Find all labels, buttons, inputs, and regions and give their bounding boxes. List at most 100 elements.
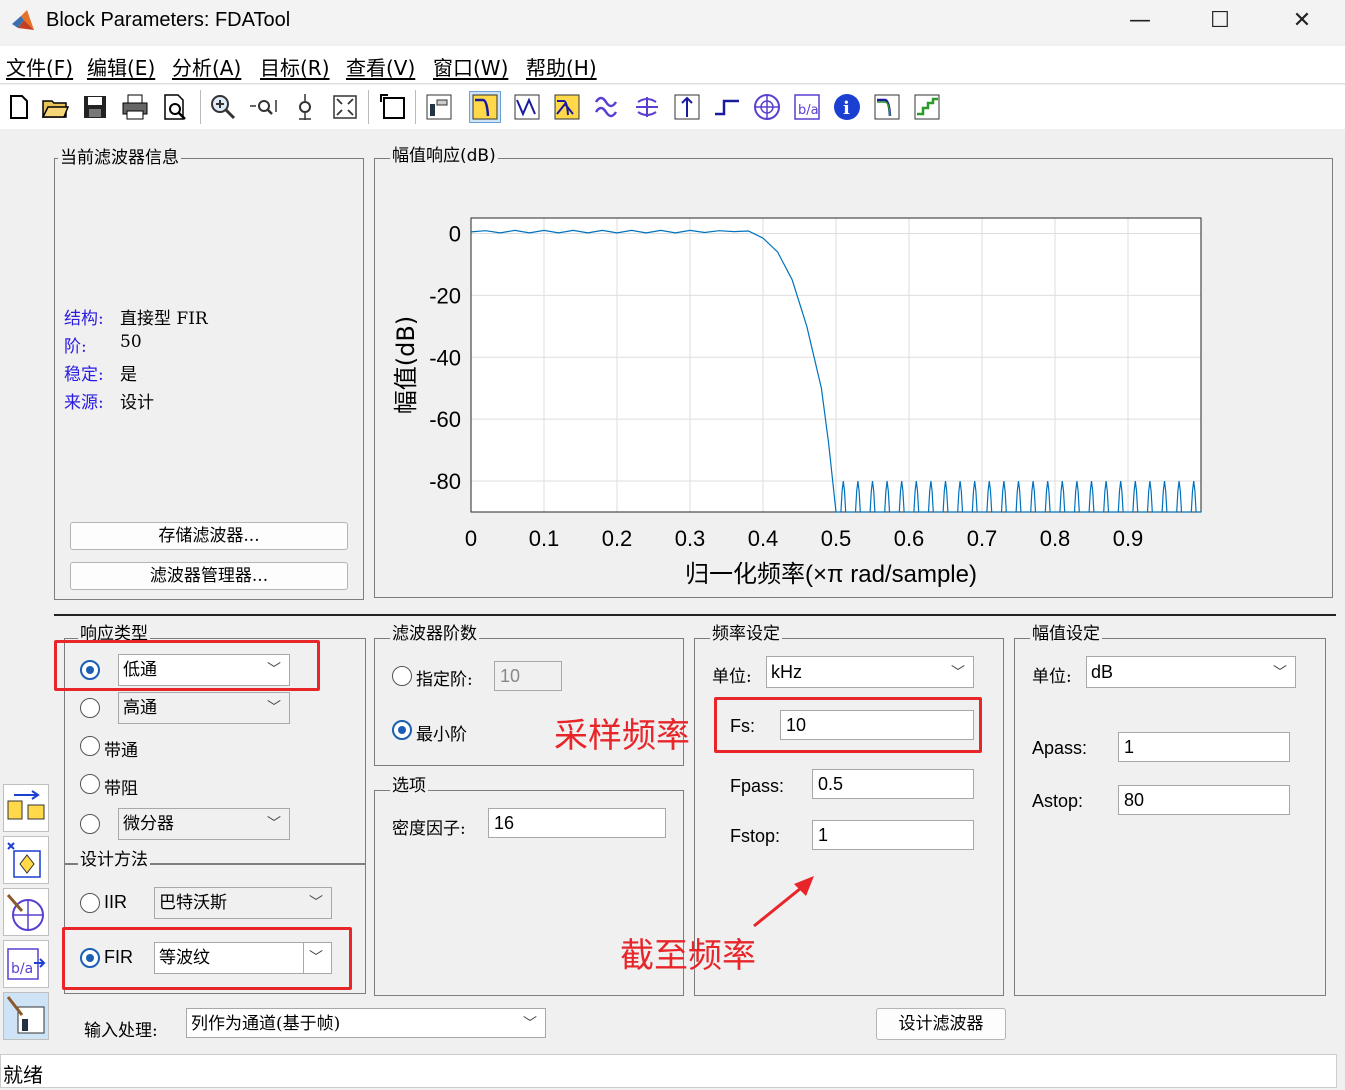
highpass-combo[interactable]: 高通 ﹀ [118,692,290,724]
order-value: 50 [120,332,142,352]
close-button[interactable]: ✕ [1282,6,1322,36]
freq-unit-combo[interactable]: kHz ﹀ [766,656,974,688]
bandstop-radio[interactable] [80,774,100,794]
zoom-y-icon[interactable] [290,92,320,122]
open-folder-icon[interactable] [40,92,70,122]
annotation-sampling-freq: 采样频率 [554,716,690,756]
differentiator-combo-value: 微分器 [123,814,174,834]
phase-delay-icon[interactable] [632,92,662,122]
freq-unit-label: 单位: [712,667,752,687]
iir-radio[interactable] [80,893,100,913]
frequency-spec-title: 频率设定 [710,624,782,644]
menu-file[interactable]: 文件(F) [6,52,73,81]
print-preview-icon[interactable] [160,92,190,122]
new-figure-icon[interactable] [378,92,408,122]
iir-method-combo[interactable]: 巴特沃斯 ﹀ [154,887,332,919]
specify-order-label: 指定阶: [416,670,473,690]
chevron-down-icon: ﹀ [1273,664,1287,680]
minimum-order-radio[interactable] [392,720,412,740]
menu-bar: 文件(F) 编辑(E) 分析(A) 目标(R) 查看(V) 窗口(W) 帮助(H… [0,46,1345,84]
input-processing-combo[interactable]: 列作为通道(基于帧) ﹀ [186,1008,546,1038]
astop-label: Astop: [1032,791,1084,811]
x-axis-label: 归一化频率(×π rad/sample) [685,561,977,588]
minimize-button[interactable]: — [1120,6,1160,36]
x-tick-label: 0 [465,526,477,551]
svg-text:b/a: b/a [11,961,33,977]
group-delay-icon[interactable] [592,92,622,122]
input-processing-label: 输入处理: [84,1021,158,1041]
y-axis-label: 幅值(dB) [392,316,420,414]
import-filter-icon[interactable]: b/a [3,940,49,988]
freq-unit-value: kHz [771,662,802,682]
annotation-box-fir [62,927,352,990]
differentiator-combo[interactable]: 微分器 ﹀ [118,808,290,840]
annotation-box-lowpass [54,640,320,691]
impulse-response-icon[interactable] [672,92,702,122]
design-filter-button[interactable]: 设计滤波器 [876,1008,1006,1040]
zoom-in-icon[interactable] [208,92,238,122]
transform-filter-icon[interactable] [3,784,49,832]
full-view-icon[interactable] [330,92,360,122]
input-processing-value: 列作为通道(基于帧) [191,1014,341,1034]
new-file-icon[interactable] [4,92,34,122]
bandpass-label: 带通 [104,741,138,761]
noise-power-icon[interactable] [912,92,942,122]
highpass-radio[interactable] [80,698,100,718]
differentiator-radio[interactable] [80,814,100,834]
menu-view[interactable]: 查看(V) [346,52,415,81]
store-filter-button[interactable]: 存储滤波器... [70,522,348,550]
menu-window[interactable]: 窗口(W) [433,52,508,81]
fpass-field[interactable]: 0.5 [812,769,974,799]
pole-zero-editor-icon[interactable] [3,888,49,936]
chevron-down-icon: ﹀ [523,1016,537,1032]
info-icon[interactable]: i [832,92,862,122]
density-factor-field[interactable]: 16 [488,808,666,838]
create-multirate-icon[interactable] [3,836,49,884]
magnitude-plot[interactable]: 0 0.1 0.2 0.3 0.4 0.5 0.6 0.7 0.8 0.9 0 -20 -40 -60 -… [376,160,1331,596]
save-icon[interactable] [80,92,110,122]
magnitude-phase-icon[interactable] [552,92,582,122]
print-icon[interactable] [120,92,150,122]
pole-zero-icon[interactable] [752,92,782,122]
specify-order-radio[interactable] [392,666,412,686]
annotation-box-fs [714,697,982,753]
status-bar: 就绪 [0,1054,1337,1088]
fstop-field[interactable]: 1 [812,820,974,850]
title-bar: Block Parameters: FDATool — ☐ ✕ [0,0,1345,44]
magnitude-estimate-icon[interactable] [872,92,902,122]
filter-manager-button[interactable]: 滤波器管理器... [70,562,348,590]
menu-targets[interactable]: 目标(R) [260,52,330,81]
menu-edit[interactable]: 编辑(E) [87,52,155,81]
maximize-button[interactable]: ☐ [1200,6,1240,36]
astop-field[interactable]: 80 [1118,785,1290,815]
x-tick-label: 0.7 [967,526,998,551]
phase-response-icon[interactable] [512,92,542,122]
design-method-title: 设计方法 [78,850,150,870]
menu-analysis[interactable]: 分析(A) [172,52,241,81]
mag-unit-combo[interactable]: dB ﹀ [1086,656,1296,688]
chevron-down-icon: ﹀ [951,664,965,680]
annotation-cutoff-freq: 截至频率 [620,936,756,976]
design-filter-icon[interactable] [3,992,49,1040]
matlab-logo-icon [12,10,34,30]
magnitude-response-icon[interactable] [469,91,501,123]
menu-help[interactable]: 帮助(H) [526,52,597,81]
chevron-down-icon: ﹀ [267,816,281,832]
magnitude-spec-panel [1014,638,1326,996]
iir-label: IIR [104,892,128,912]
zoom-x-icon[interactable] [248,92,278,122]
stable-value: 是 [120,365,137,385]
chevron-down-icon: ﹀ [267,700,281,716]
apass-field[interactable]: 1 [1118,732,1290,762]
step-response-icon[interactable] [712,92,742,122]
specify-order-field[interactable]: 10 [494,661,562,691]
stable-label: 稳定: [64,365,104,385]
filter-specs-icon[interactable] [424,92,454,122]
bandpass-radio[interactable] [80,736,100,756]
y-tick-label: -60 [429,407,461,432]
coefficients-icon[interactable]: b/a [792,92,822,122]
minimum-order-label: 最小阶 [416,725,467,745]
annotation-arrow-icon [753,876,814,928]
lower-panel-divider [54,614,1336,616]
y-tick-label: -40 [429,345,461,370]
